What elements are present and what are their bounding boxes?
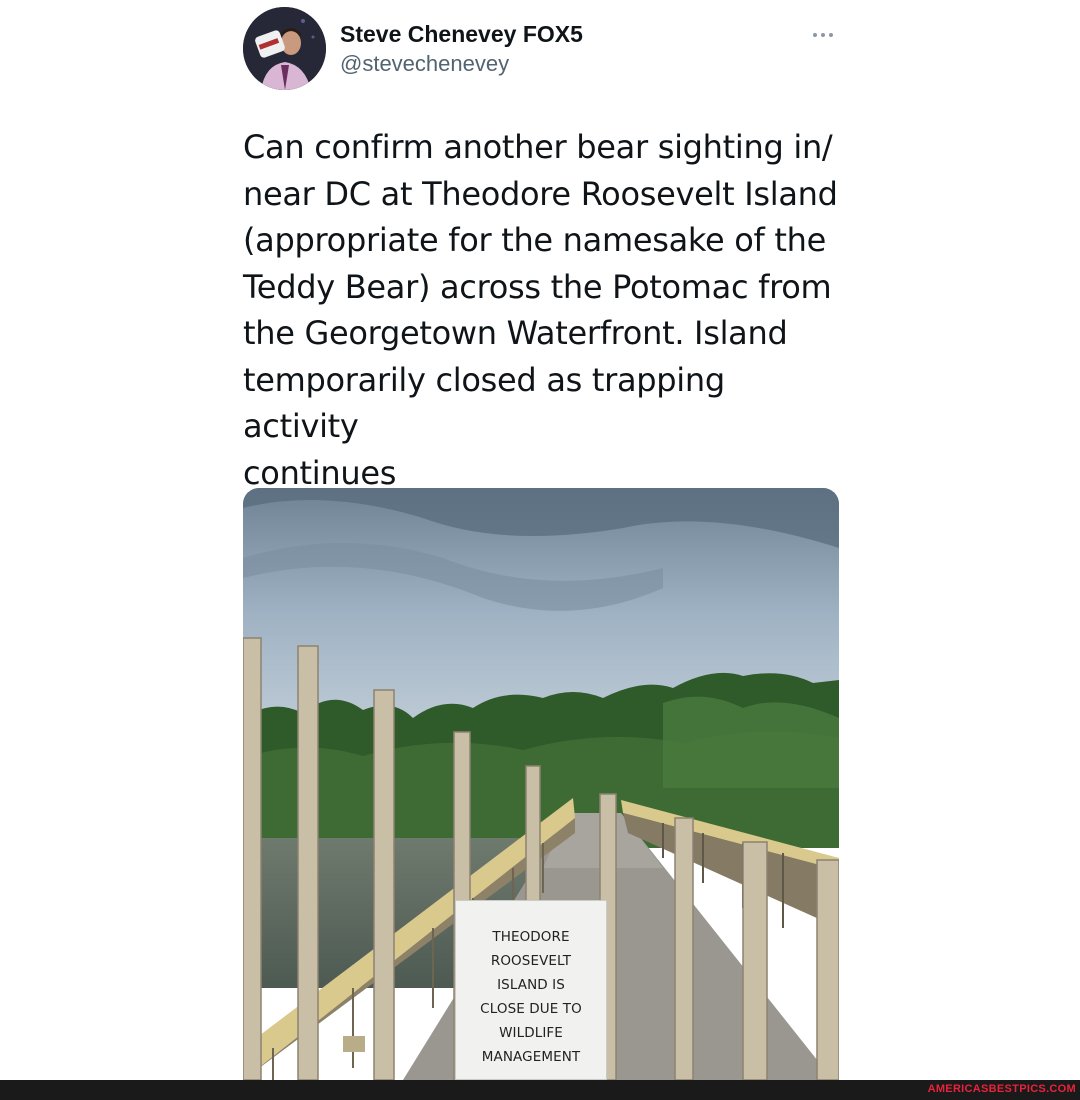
sign-line: WILDLIFE xyxy=(499,1025,563,1041)
avatar[interactable] xyxy=(243,7,326,90)
more-horizontal-icon[interactable] xyxy=(808,26,838,44)
tweet-photo[interactable]: THEODORE ROOSEVELT ISLAND IS CLOSE DUE T… xyxy=(243,488,839,1080)
sign-line: CLOSE DUE TO xyxy=(480,1001,582,1017)
sign-line: THEODORE xyxy=(492,929,570,945)
handle[interactable]: @stevechenevey xyxy=(340,50,509,78)
footer-bar: AMERICASBESTPICS.COM xyxy=(0,1080,1080,1100)
display-name[interactable]: Steve Chenevey FOX5 xyxy=(340,20,583,48)
sign-line: ISLAND IS xyxy=(497,977,565,993)
watermark: AMERICASBESTPICS.COM xyxy=(927,1083,1076,1095)
sign-line: MANAGEMENT xyxy=(481,1049,581,1065)
tweet-card: Steve Chenevey FOX5 @stevechenevey Can c… xyxy=(0,0,1080,1080)
tweet-text: Can confirm another bear sighting in/ ne… xyxy=(243,128,838,492)
closure-sign: THEODORE ROOSEVELT ISLAND IS CLOSE DUE T… xyxy=(455,900,607,1080)
sign-line: ROOSEVELT xyxy=(490,953,572,969)
